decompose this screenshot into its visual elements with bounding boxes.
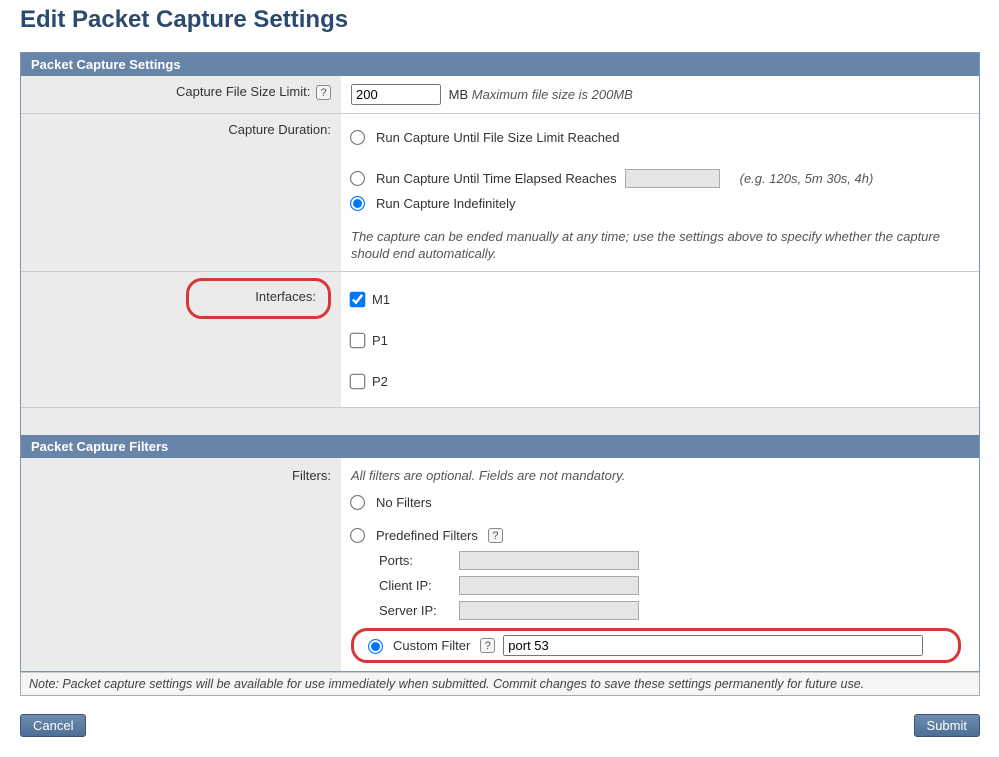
ports-input[interactable] [459,551,639,570]
duration-time-input[interactable] [625,169,720,188]
duration-opt2-row: Run Capture Until Time Elapsed Reaches (… [351,169,969,188]
clientip-input[interactable] [459,576,639,595]
serverip-input[interactable] [459,601,639,620]
filters-table: Filters: All filters are optional. Field… [21,458,979,671]
interface-p2-label: P2 [372,374,388,389]
custom-filter-callout: Custom Filter ? [351,628,961,663]
duration-opt3-label: Run Capture Indefinitely [376,196,515,211]
capture-duration-label: Capture Duration: [21,114,341,272]
filters-hint: All filters are optional. Fields are not… [351,468,969,483]
capture-file-label: Capture File Size Limit: [176,84,310,99]
interfaces-callout: Interfaces: [186,278,331,319]
filter-none-row: No Filters [351,495,969,510]
settings-panel: Packet Capture Settings Capture File Siz… [20,52,980,672]
filter-custom-radio[interactable] [368,639,383,654]
filter-predef-row: Predefined Filters ? [351,528,969,543]
capture-file-label-cell: Capture File Size Limit: ? [21,76,341,114]
filter-none-radio[interactable] [350,495,365,510]
duration-opt2-label: Run Capture Until Time Elapsed Reaches [376,171,617,186]
buttons-row: Cancel Submit [20,714,980,737]
submit-button[interactable]: Submit [914,714,980,737]
interfaces-label-cell: Interfaces: [21,271,341,407]
clientip-row: Client IP: [379,576,969,595]
filter-predef-radio[interactable] [350,528,365,543]
clientip-label: Client IP: [379,578,459,593]
filters-label: Filters: [21,458,341,671]
interface-p1-checkbox[interactable] [350,332,366,348]
duration-note: The capture can be ended manually at any… [351,229,969,263]
filter-custom-label: Custom Filter [393,638,470,653]
duration-opt3-radio[interactable] [350,196,365,211]
filters-header: Packet Capture Filters [21,435,979,458]
capture-file-value-cell: MB Maximum file size is 200MB [341,76,979,114]
interface-m1-label: M1 [372,292,390,307]
predef-subsection: Ports: Client IP: Server IP: [379,551,969,620]
serverip-row: Server IP: [379,601,969,620]
serverip-label: Server IP: [379,603,459,618]
capture-file-unit: MB [449,87,469,102]
filter-predef-label: Predefined Filters [376,528,478,543]
page-title: Edit Packet Capture Settings [20,6,979,34]
settings-header: Packet Capture Settings [21,53,979,76]
interfaces-label: Interfaces: [201,289,316,304]
duration-opt2-radio[interactable] [350,171,365,186]
interface-m1-checkbox[interactable] [350,291,366,307]
filter-none-label: No Filters [376,495,432,510]
filters-value: All filters are optional. Fields are not… [341,458,979,671]
ports-row: Ports: [379,551,969,570]
duration-opt3-row: Run Capture Indefinitely [351,196,969,211]
ports-label: Ports: [379,553,459,568]
cancel-button[interactable]: Cancel [20,714,86,737]
interface-row-m1: M1 [351,292,969,307]
interfaces-value: M1 P1 P2 [341,271,979,407]
interface-row-p2: P2 [351,374,969,389]
duration-opt1-label: Run Capture Until File Size Limit Reache… [376,130,620,145]
duration-opt2-hint: (e.g. 120s, 5m 30s, 4h) [740,171,874,186]
help-icon[interactable]: ? [488,528,503,543]
settings-table: Capture File Size Limit: ? MB Maximum fi… [21,76,979,407]
custom-filter-input[interactable] [503,635,923,656]
help-icon[interactable]: ? [316,85,331,100]
interface-p2-checkbox[interactable] [350,373,366,389]
spacer [21,407,979,435]
interface-p1-label: P1 [372,333,388,348]
footer-note: Note: Packet capture settings will be av… [20,672,980,696]
help-icon[interactable]: ? [480,638,495,653]
interface-row-p1: P1 [351,333,969,348]
capture-file-input[interactable] [351,84,441,105]
duration-opt1-row: Run Capture Until File Size Limit Reache… [351,130,969,145]
capture-duration-value: Run Capture Until File Size Limit Reache… [341,114,979,272]
duration-opt1-radio[interactable] [350,130,365,145]
capture-file-hint: Maximum file size is 200MB [472,87,633,102]
